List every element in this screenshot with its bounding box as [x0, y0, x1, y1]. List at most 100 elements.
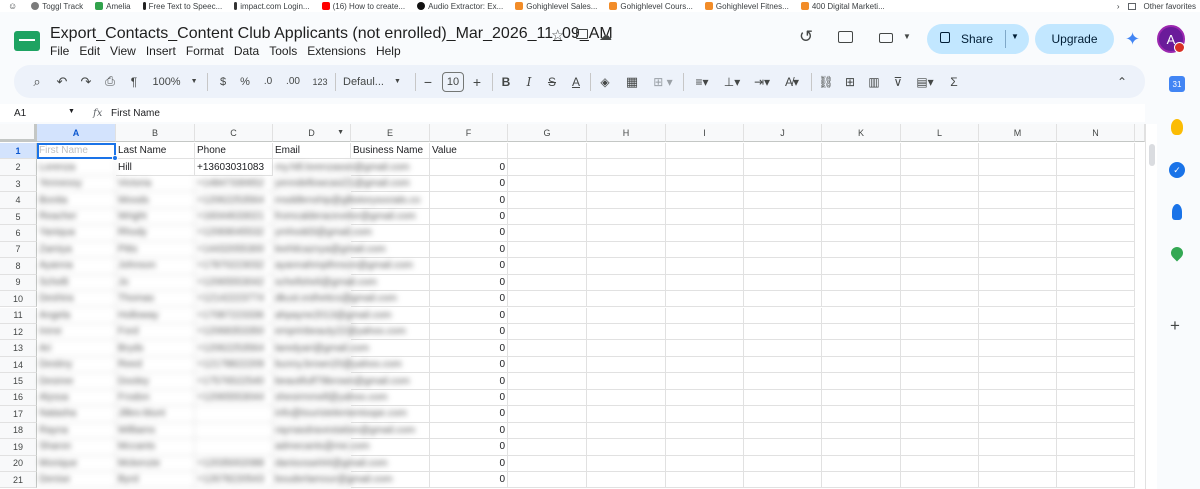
row-header-2[interactable]: 2 — [0, 159, 37, 176]
cell-i7[interactable] — [666, 241, 744, 259]
cell-k11[interactable] — [822, 307, 901, 324]
cell-d10[interactable]: dkust.esthetics@gmail.com — [273, 291, 397, 308]
cell-f7[interactable]: 0 — [430, 241, 508, 259]
maps-icon[interactable] — [1168, 244, 1186, 262]
cell-f20[interactable]: 0 — [430, 455, 508, 472]
font-size-input[interactable]: 10 — [442, 72, 464, 92]
cell-l8[interactable] — [901, 258, 979, 275]
column-filter-dropdown-icon[interactable]: ▼ — [337, 129, 344, 136]
row-header-7[interactable]: 7 — [0, 241, 37, 259]
cell-j18[interactable] — [744, 422, 822, 440]
row-header-8[interactable]: 8 — [0, 258, 37, 275]
cell-a2[interactable]: Lorenza — [37, 159, 116, 176]
cell-g4[interactable] — [508, 192, 587, 209]
paint-format-icon[interactable]: ¶ — [126, 65, 142, 98]
cell-d7[interactable]: leehilcaznya@gmail.com — [273, 241, 386, 259]
cell-n2[interactable] — [1057, 159, 1135, 176]
cell-h13[interactable] — [587, 340, 666, 357]
cell-g15[interactable] — [508, 373, 587, 390]
cell-c21[interactable]: +12678220543 — [195, 472, 273, 489]
cell-i18[interactable] — [666, 422, 744, 440]
cell-a18[interactable]: Rayna — [37, 422, 116, 440]
cell-h2[interactable] — [587, 159, 666, 176]
contacts-icon[interactable] — [1172, 204, 1182, 220]
print-icon[interactable]: ⎙ — [102, 65, 118, 98]
column-header-k[interactable]: K — [822, 124, 901, 142]
cell-h20[interactable] — [587, 455, 666, 472]
cell-g6[interactable] — [508, 225, 587, 242]
cell-d11[interactable]: ahpayne2013@gmail.com — [273, 307, 391, 324]
cell-a14[interactable]: Destiny — [37, 356, 116, 374]
share-button[interactable]: Share ▼ — [927, 24, 1029, 54]
cell-j10[interactable] — [744, 291, 822, 308]
filter-views-icon[interactable]: ▤▾ — [912, 65, 938, 98]
cell-n7[interactable] — [1057, 241, 1135, 259]
collapse-toolbar-icon[interactable]: ⌃ — [1114, 65, 1130, 98]
cell-n5[interactable] — [1057, 208, 1135, 226]
cell-b2[interactable]: Hill — [116, 159, 195, 176]
cell-g8[interactable] — [508, 258, 587, 275]
cell-m15[interactable] — [979, 373, 1057, 390]
comments-icon[interactable] — [838, 31, 853, 43]
cell-a13[interactable]: Ari — [37, 340, 116, 357]
tasks-icon[interactable]: ✓ — [1169, 162, 1185, 178]
cell-d14[interactable]: bunny.brown20@yahoo.com — [273, 356, 402, 374]
column-header-g[interactable]: G — [508, 124, 587, 142]
decrease-decimal-button[interactable]: .0 — [260, 65, 276, 98]
keep-icon[interactable] — [1171, 119, 1183, 135]
cell-h12[interactable] — [587, 323, 666, 341]
decrease-font-size-button[interactable]: − — [421, 65, 435, 98]
cell-f6[interactable]: 0 — [430, 225, 508, 242]
cell-d3[interactable]: yenndellowcasi21@gmail.com — [273, 175, 410, 193]
cell-l3[interactable] — [901, 175, 979, 193]
cell-j6[interactable] — [744, 225, 822, 242]
cell-k15[interactable] — [822, 373, 901, 390]
cell-e1[interactable]: Business Name — [351, 143, 430, 160]
font-select[interactable]: Defaul... ▼ — [343, 65, 409, 98]
cell-c8[interactable]: +17870223032 — [195, 258, 273, 275]
insert-chart-icon[interactable]: ▥ — [866, 65, 882, 98]
cell-c5[interactable]: +16044633021 — [195, 208, 273, 226]
cell-b21[interactable]: Byrd — [116, 472, 195, 489]
share-dropdown-icon[interactable]: ▼ — [1011, 32, 1019, 41]
column-header-f[interactable]: F — [430, 124, 508, 142]
cell-g9[interactable] — [508, 274, 587, 292]
cell-k4[interactable] — [822, 192, 901, 209]
cell-j15[interactable] — [744, 373, 822, 390]
cell-g14[interactable] — [508, 356, 587, 374]
cell-g11[interactable] — [508, 307, 587, 324]
cell-h3[interactable] — [587, 175, 666, 193]
cell-a11[interactable]: Angela — [37, 307, 116, 324]
cell-m4[interactable] — [979, 192, 1057, 209]
column-header-i[interactable]: I — [666, 124, 744, 142]
strikethrough-button[interactable]: S — [545, 65, 559, 98]
cell-m19[interactable] — [979, 439, 1057, 456]
cell-c1[interactable]: Phone — [195, 143, 273, 160]
cell-k20[interactable] — [822, 455, 901, 472]
vertical-align-icon[interactable]: ⊥▾ — [720, 65, 744, 98]
cell-b11[interactable]: Holloway — [116, 307, 195, 324]
menu-help[interactable]: Help — [376, 44, 401, 58]
cell-k16[interactable] — [822, 389, 901, 407]
cell-d6[interactable]: ymhodd3@gmail.com — [273, 225, 372, 242]
menu-view[interactable]: View — [110, 44, 136, 58]
cell-n18[interactable] — [1057, 422, 1135, 440]
cell-k1[interactable] — [822, 143, 901, 160]
cell-d21[interactable]: bouderlamour@gmail.com — [273, 472, 392, 489]
cell-i5[interactable] — [666, 208, 744, 226]
cell-h5[interactable] — [587, 208, 666, 226]
cell-n11[interactable] — [1057, 307, 1135, 324]
cell-i13[interactable] — [666, 340, 744, 357]
cell-i3[interactable] — [666, 175, 744, 193]
cell-k19[interactable] — [822, 439, 901, 456]
cell-g18[interactable] — [508, 422, 587, 440]
cell-l12[interactable] — [901, 323, 979, 341]
cell-f2[interactable]: 0 — [430, 159, 508, 176]
cell-l7[interactable] — [901, 241, 979, 259]
cell-n3[interactable] — [1057, 175, 1135, 193]
cell-l5[interactable] — [901, 208, 979, 226]
cell-d12[interactable]: emprinbeauty22@yahoo.com — [273, 323, 406, 341]
cell-a15[interactable]: Desiree — [37, 373, 116, 390]
cell-b15[interactable]: Dooley — [116, 373, 195, 390]
cell-j9[interactable] — [744, 274, 822, 292]
